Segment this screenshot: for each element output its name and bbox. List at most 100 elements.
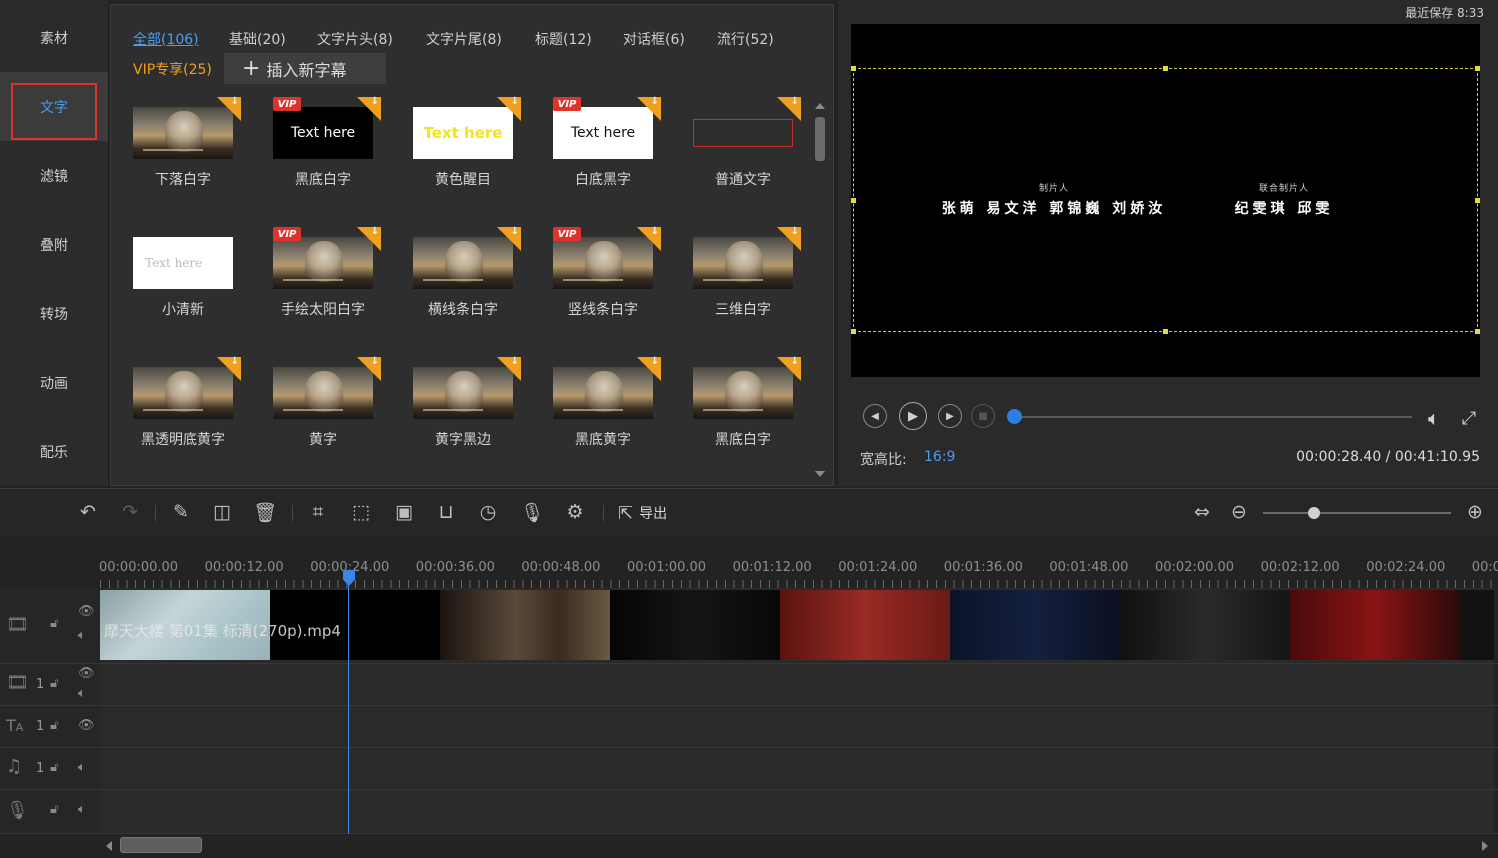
template-tile[interactable]: Text hereVIP白底黑字 bbox=[553, 96, 661, 201]
resize-handle[interactable] bbox=[1475, 66, 1480, 71]
download-icon[interactable] bbox=[637, 356, 661, 381]
download-icon[interactable] bbox=[777, 96, 801, 121]
template-tile[interactable]: VIP 手绘太阳白字 bbox=[273, 226, 381, 331]
resize-handle[interactable] bbox=[851, 198, 856, 203]
aspect-ratio-select[interactable]: 16:9 bbox=[924, 449, 955, 465]
track-lane[interactable] bbox=[99, 664, 1494, 705]
preview-screen[interactable]: 制片人 张萌 易文洋 郭锦巍 刘娇汝 联合制片人 纪雯琪 邱雯 bbox=[851, 24, 1480, 377]
mosaic-icon[interactable]: ▣ bbox=[391, 499, 417, 525]
scroll-right-icon[interactable] bbox=[1482, 841, 1488, 851]
sidebar-item-music[interactable]: 配乐 bbox=[0, 417, 108, 486]
zoom-in-icon[interactable]: ⊕ bbox=[1462, 499, 1488, 525]
scroll-down-icon[interactable] bbox=[815, 471, 825, 477]
playback-progress[interactable] bbox=[1007, 409, 1412, 424]
template-tile[interactable]: 下落白字 bbox=[133, 96, 241, 201]
tab-popular[interactable]: 流行(52) bbox=[717, 29, 774, 49]
resize-handle[interactable] bbox=[1163, 329, 1168, 334]
export-button[interactable]: ⇱ 导出 bbox=[618, 501, 667, 525]
resize-handle[interactable] bbox=[1163, 66, 1168, 71]
playhead-line[interactable] bbox=[348, 572, 349, 834]
tab-vip[interactable]: VIP专享(25) bbox=[133, 59, 212, 79]
zoom-out-icon[interactable]: ⊖ bbox=[1226, 499, 1252, 525]
edit-icon[interactable]: ✎ bbox=[168, 499, 194, 525]
progress-knob[interactable] bbox=[1007, 409, 1022, 424]
download-icon[interactable] bbox=[217, 96, 241, 121]
fit-timeline-icon[interactable]: ⇔ bbox=[1189, 499, 1215, 525]
resize-icon[interactable]: ⬚ bbox=[348, 499, 374, 525]
sidebar-item-overlay[interactable]: 叠附 bbox=[0, 210, 108, 279]
resize-handle[interactable] bbox=[1475, 329, 1480, 334]
template-tile[interactable]: 黑透明底黄字 bbox=[133, 356, 241, 461]
prev-frame-icon[interactable]: ◀ bbox=[863, 404, 887, 428]
mute-speaker-icon[interactable]: 🔈︎ bbox=[78, 628, 86, 643]
download-icon[interactable] bbox=[217, 356, 241, 381]
play-icon[interactable]: ▶ bbox=[899, 402, 927, 430]
sidebar-item-animation[interactable]: 动画 bbox=[0, 348, 108, 417]
track-lane[interactable]: 摩天大楼 第01集 标清(270p).mp4 bbox=[99, 588, 1494, 663]
insert-subtitle-button[interactable]: + 插入新字幕 bbox=[224, 53, 386, 84]
undo-icon[interactable]: ↶ bbox=[75, 499, 101, 525]
timeline-scrollbar[interactable] bbox=[100, 834, 1494, 858]
stop-icon[interactable]: ■ bbox=[971, 404, 995, 428]
track-lane[interactable] bbox=[99, 748, 1494, 789]
visibility-eye-icon[interactable]: 👁︎ bbox=[78, 666, 95, 681]
redo-icon[interactable]: ↷ bbox=[117, 499, 143, 525]
video-clip[interactable]: 摩天大楼 第01集 标清(270p).mp4 bbox=[100, 590, 1494, 660]
resize-handle[interactable] bbox=[851, 329, 856, 334]
lock-icon[interactable]: 🔓︎ bbox=[50, 718, 58, 733]
template-tile[interactable]: 横线条白字 bbox=[413, 226, 521, 331]
track-lane[interactable] bbox=[99, 706, 1494, 747]
lock-icon[interactable]: 🔓︎ bbox=[50, 616, 58, 631]
crop-icon[interactable]: ⌗ bbox=[305, 499, 331, 525]
lock-icon[interactable]: 🔓︎ bbox=[50, 760, 58, 775]
lock-icon[interactable]: 🔓︎ bbox=[50, 676, 58, 691]
next-frame-icon[interactable]: ▶ bbox=[938, 404, 962, 428]
record-voice-icon[interactable]: 🎙︎ bbox=[519, 499, 545, 525]
sidebar-item-filters[interactable]: 滤镜 bbox=[0, 141, 108, 210]
zoom-knob[interactable] bbox=[1307, 507, 1320, 519]
download-icon[interactable] bbox=[637, 226, 661, 251]
freeze-frame-icon[interactable]: ⊔ bbox=[433, 499, 459, 525]
template-tile[interactable]: VIP 竖线条白字 bbox=[553, 226, 661, 331]
tab-headline[interactable]: 标题(12) bbox=[535, 29, 592, 49]
tab-title-ending[interactable]: 文字片尾(8) bbox=[426, 29, 502, 49]
template-tile[interactable]: 黄字黑边 bbox=[413, 356, 521, 461]
download-icon[interactable] bbox=[497, 96, 521, 121]
visibility-eye-icon[interactable]: 👁︎ bbox=[78, 604, 95, 619]
tab-title-opening[interactable]: 文字片头(8) bbox=[317, 29, 393, 49]
template-tile[interactable]: Text here黄色醒目 bbox=[413, 96, 521, 201]
download-icon[interactable] bbox=[357, 96, 381, 121]
download-icon[interactable] bbox=[497, 356, 521, 381]
volume-icon[interactable]: 🔈︎ bbox=[1422, 406, 1446, 430]
delete-icon[interactable]: 🗑︎ bbox=[252, 499, 278, 525]
template-tile[interactable]: Text here 小清新 bbox=[133, 227, 233, 331]
speed-icon[interactable]: ◷ bbox=[475, 499, 501, 525]
download-icon[interactable] bbox=[497, 226, 521, 251]
resize-handle[interactable] bbox=[851, 66, 856, 71]
library-scrollbar[interactable] bbox=[813, 101, 827, 479]
text-selection-box[interactable]: 制片人 张萌 易文洋 郭锦巍 刘娇汝 联合制片人 纪雯琪 邱雯 bbox=[851, 66, 1480, 334]
tab-all[interactable]: 全部(106) bbox=[133, 29, 199, 49]
download-icon[interactable] bbox=[357, 226, 381, 251]
template-tile[interactable]: Text hereVIP黑底白字 bbox=[273, 96, 381, 201]
lock-icon[interactable]: 🔓︎ bbox=[50, 802, 58, 817]
template-tile[interactable]: 黑底白字 bbox=[693, 356, 801, 461]
scroll-left-icon[interactable] bbox=[106, 841, 112, 851]
zoom-slider[interactable] bbox=[1263, 507, 1451, 519]
mute-speaker-icon[interactable]: 🔈︎ bbox=[78, 686, 86, 701]
scroll-thumb[interactable] bbox=[815, 117, 825, 161]
mute-speaker-icon[interactable]: 🔈︎ bbox=[78, 760, 86, 775]
sidebar-item-media[interactable]: 素材 bbox=[0, 3, 108, 72]
download-icon[interactable] bbox=[357, 356, 381, 381]
sidebar-item-transitions[interactable]: 转场 bbox=[0, 279, 108, 348]
track-lane[interactable] bbox=[99, 790, 1494, 833]
scroll-thumb[interactable] bbox=[120, 837, 202, 853]
scroll-up-icon[interactable] bbox=[815, 103, 825, 109]
voiceover-settings-icon[interactable]: ⚙ bbox=[562, 499, 588, 525]
timeline-ruler[interactable]: 00:00:00.00 00:00:12.00 00:00:24.00 00:00:3… bbox=[0, 536, 1498, 588]
template-tile[interactable]: 黑底黄字 bbox=[553, 356, 661, 461]
tab-dialog[interactable]: 对话框(6) bbox=[623, 29, 685, 49]
template-tile[interactable]: 黄字 bbox=[273, 356, 381, 461]
split-icon[interactable]: ◫ bbox=[209, 499, 235, 525]
download-icon[interactable] bbox=[637, 96, 661, 121]
